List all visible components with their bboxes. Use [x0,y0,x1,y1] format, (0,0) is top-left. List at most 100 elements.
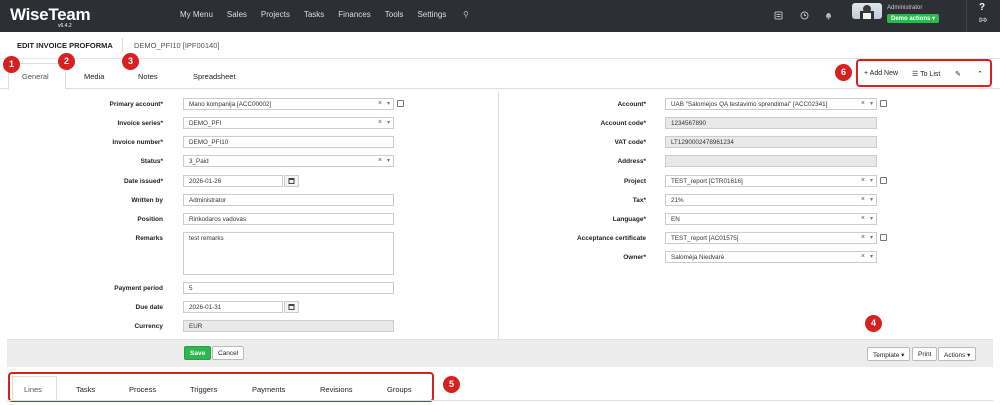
owner-value: Salomėja Niedvarė [671,254,725,261]
subtab-lines-label[interactable]: Lines [24,385,42,394]
project-select[interactable]: TEST_report [CTR01616] × ▾ [665,175,877,187]
template-dropdown-button[interactable]: Template ▾ [867,347,911,361]
logout-icon[interactable]: ⇰ [979,15,987,26]
open-link-icon[interactable] [880,234,887,241]
menu-item-projects[interactable]: Projects [261,10,290,19]
open-link-icon[interactable] [880,100,887,107]
open-link-icon[interactable] [880,177,887,184]
annotation-badge-1: 1 [3,56,20,73]
subtab-process[interactable]: Process [129,385,156,394]
tab-notes[interactable]: Notes [138,72,158,81]
menu-item-finances[interactable]: Finances [338,10,370,19]
chevron-down-icon[interactable]: ▾ [870,177,873,184]
annotation-badge-4: 4 [865,315,882,332]
remarks-textarea[interactable]: test remarks [183,232,394,275]
actions-dropdown-button[interactable]: Actions ▾ [938,347,977,361]
menu-item-settings[interactable]: Settings [417,10,446,19]
clear-icon[interactable]: × [861,253,865,260]
cancel-button[interactable]: Cancel [212,346,245,360]
clear-icon[interactable]: × [861,215,865,222]
chevron-down-icon[interactable]: ▾ [870,196,873,203]
position-field[interactable]: Rinkodaros vadovas [183,213,394,225]
label-primary-account: Primary account* [109,101,163,108]
annotation-badge-6: 6 [835,64,852,81]
subtab-triggers[interactable]: Triggers [190,385,217,394]
label-date-issued: Date issued* [123,178,163,185]
avatar[interactable] [852,3,882,19]
written-by-field[interactable]: Administrator [183,194,394,206]
app-logo[interactable]: WiseTeam [10,5,91,25]
calendar-icon [288,178,295,184]
tab-spreadsheet[interactable]: Spreadsheet [193,72,236,81]
due-date-field[interactable]: 2026-01-31 [183,301,283,313]
save-button[interactable]: Save [184,346,212,360]
tab-media[interactable]: Media [84,72,104,81]
menu-item-tools[interactable]: Tools [385,10,404,19]
invoice-number-field[interactable]: DEMO_PFI10 [183,136,394,148]
subtab-groups[interactable]: Groups [387,385,412,394]
clock-icon[interactable] [800,11,809,20]
subtab-tasks[interactable]: Tasks [76,385,95,394]
tab-general-label[interactable]: General [22,72,49,81]
label-address: Address* [617,158,646,165]
currency-field: EUR [183,320,394,332]
calendar-button[interactable] [284,301,299,313]
payment-period-field[interactable]: 5 [183,282,394,294]
clear-icon[interactable]: × [861,196,865,203]
owner-select[interactable]: Salomėja Niedvarė × ▾ [665,251,877,263]
chevron-down-icon[interactable]: ▾ [870,100,873,107]
label-project: Project [623,178,646,185]
annotation-box-toolbar [856,59,992,87]
label-invoice-series: Invoice series* [117,120,163,127]
page-title: EDIT INVOICE PROFORMA [17,41,113,50]
open-link-icon[interactable] [397,100,404,107]
subtab-revisions[interactable]: Revisions [320,385,353,394]
menu-item-sales[interactable]: Sales [227,10,247,19]
date-issued-field[interactable]: 2026-01-26 [183,175,283,187]
clear-icon[interactable]: × [861,177,865,184]
label-currency: Currency [134,323,163,330]
project-value: TEST_report [CTR01616] [671,178,743,185]
clear-icon[interactable]: × [861,234,865,241]
account-select[interactable]: UAB "Salomejos QA testavimo sprendimai" … [665,98,877,110]
help-icon[interactable]: ? [979,2,985,13]
print-button[interactable]: Print [912,347,938,361]
label-remarks: Remarks [135,235,163,242]
language-select[interactable]: EN × ▾ [665,213,877,225]
clear-icon[interactable]: × [378,119,382,126]
tax-select[interactable]: 21% × ▾ [665,194,877,206]
search-icon[interactable]: ⚲ [463,10,469,19]
primary-account-select[interactable]: Mano kompanija [ACC00002] × ▾ [183,98,394,110]
clear-icon[interactable]: × [378,100,382,107]
chevron-down-icon[interactable]: ▾ [870,215,873,222]
status-select[interactable]: 3_Paid × ▾ [183,155,394,167]
avatar-image-icon [860,5,874,19]
label-language: Language* [612,216,646,223]
status-value: 3_Paid [189,158,209,165]
clear-icon[interactable]: × [378,157,382,164]
chevron-down-icon[interactable]: ▾ [870,253,873,260]
menu-item-tasks[interactable]: Tasks [304,10,324,19]
user-name: Administrator [887,5,923,11]
calendar-button[interactable] [284,175,299,187]
demo-actions-button[interactable]: Demo actions ▾ [887,14,940,23]
menu-item-my-menu[interactable]: My Menu [180,10,213,19]
annotation-badge-2: 2 [58,53,75,70]
invoice-series-select[interactable]: DEMO_PFI × ▾ [183,117,394,129]
clear-icon[interactable]: × [861,100,865,107]
language-value: EN [671,216,680,223]
chevron-down-icon[interactable]: ▾ [387,157,390,164]
main-menu: My Menu Sales Projects Tasks Finances To… [180,10,460,19]
tax-value: 21% [671,197,684,204]
label-vat-code: VAT code* [614,139,646,146]
acceptance-certificate-select[interactable]: TEST_report [AC01575] × ▾ [665,232,877,244]
calculator-icon[interactable] [774,11,783,20]
bell-icon[interactable] [824,11,833,20]
account-value: UAB "Salomejos QA testavimo sprendimai" … [671,101,828,108]
top-navbar [0,0,1000,32]
subtab-payments[interactable]: Payments [252,385,285,394]
address-field [665,155,877,167]
chevron-down-icon[interactable]: ▾ [870,234,873,241]
chevron-down-icon[interactable]: ▾ [387,119,390,126]
chevron-down-icon[interactable]: ▾ [387,100,390,107]
